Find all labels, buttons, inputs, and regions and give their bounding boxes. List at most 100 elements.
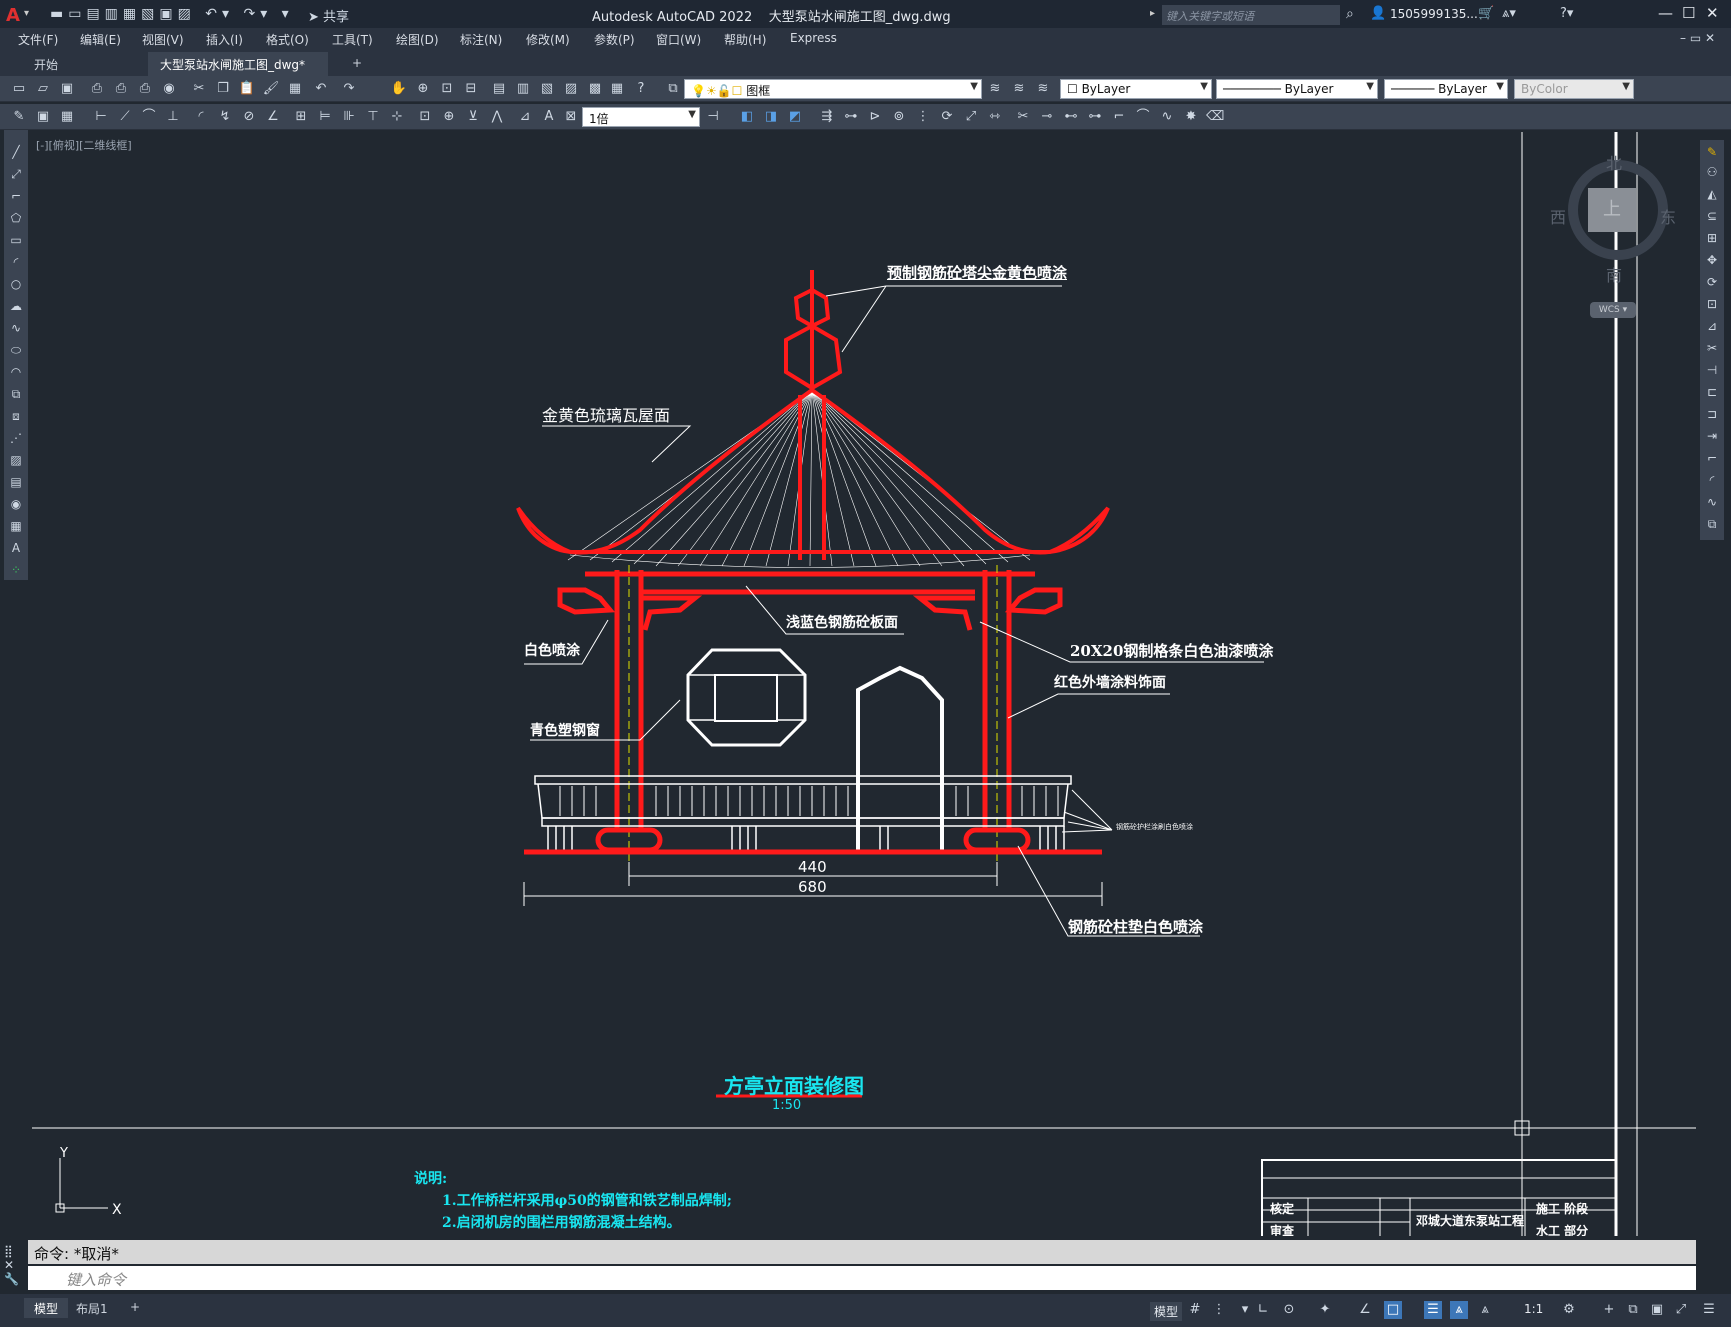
close-button[interactable]: ✕ <box>1706 4 1719 22</box>
spline-icon[interactable]: ∿ <box>8 320 24 336</box>
explode-icon[interactable]: ⧉ <box>1704 516 1720 532</box>
undo-icon[interactable]: ↶ <box>312 80 330 98</box>
layer-isolate-icon[interactable]: ▦ <box>58 108 76 126</box>
mirror-icon[interactable]: ⊳ <box>866 108 884 126</box>
mirror-icon[interactable]: ◭ <box>1704 186 1720 202</box>
annotation-scale[interactable]: 1:1 <box>1524 1302 1543 1316</box>
menu-edit[interactable]: 编辑(E) <box>80 31 121 48</box>
make-current-icon[interactable]: ≋ <box>986 80 1004 98</box>
tab-start[interactable]: 开始 <box>22 52 146 76</box>
copy-icon[interactable]: ⚇ <box>1704 164 1720 180</box>
command-line-handle[interactable]: ⣿ ✕ 🔧 <box>4 1244 24 1290</box>
zoom-window-icon[interactable]: ⊡ <box>438 80 456 98</box>
erase-icon[interactable]: ⌫ <box>1206 108 1224 126</box>
menu-insert[interactable]: 插入(I) <box>206 31 243 48</box>
explode-icon[interactable]: ✸ <box>1182 108 1200 126</box>
annotation-visibility-icon[interactable]: ⩓ <box>1450 1301 1468 1319</box>
block-icon[interactable]: ▣ <box>34 108 52 126</box>
app-menu-chevron-icon[interactable]: ▾ <box>24 8 29 19</box>
open-file-icon[interactable]: ▱ <box>34 80 52 98</box>
lineweight-icon[interactable]: ☰ <box>1424 1301 1442 1319</box>
erase-pencil-icon[interactable]: ✎ <box>1704 144 1720 160</box>
sheet-set-icon[interactable]: ▨ <box>562 80 580 98</box>
chamfer-icon[interactable]: ⌐ <box>1110 108 1128 126</box>
color-dropdown[interactable]: ☐ ByLayer ▼ <box>1060 79 1212 99</box>
properties-icon[interactable]: ▤ <box>490 80 508 98</box>
space-icon[interactable]: ⊤ <box>364 108 382 126</box>
angular-icon[interactable]: ∠ <box>264 108 282 126</box>
model-space-button[interactable]: 模型 <box>1150 1302 1183 1321</box>
radius-icon[interactable]: ◜ <box>192 108 210 126</box>
rectangle-icon[interactable]: ▭ <box>8 232 24 248</box>
new-tab-button[interactable]: + <box>340 52 374 76</box>
viewport-controls-label[interactable]: [-][俯视][二维线框] <box>36 137 132 153</box>
menu-modify[interactable]: 修改(M) <box>526 31 570 48</box>
point-icon[interactable]: ⋰ <box>8 430 24 446</box>
3d-dwf-icon[interactable]: ◉ <box>160 80 178 98</box>
layer-properties-icon[interactable]: ⧉ <box>664 80 682 98</box>
new-file-icon[interactable]: ▭ <box>10 80 28 98</box>
dim-update-icon[interactable]: ⊠ <box>562 108 580 126</box>
circle-icon[interactable]: ○ <box>8 276 24 292</box>
center-mark-icon[interactable]: ⊕ <box>440 108 458 126</box>
viewcube-north[interactable]: 北 <box>1606 150 1622 174</box>
viewcube[interactable]: 上 北 南 西 东 <box>1550 150 1686 286</box>
move-icon[interactable]: ✥ <box>1704 252 1720 268</box>
make-block-icon[interactable]: ⧈ <box>8 408 24 424</box>
copy-icon[interactable]: ❐ <box>214 80 232 98</box>
ordinate-icon[interactable]: ⊥ <box>164 108 182 126</box>
array-icon[interactable]: ⊞ <box>1704 230 1720 246</box>
join-icon[interactable]: ⊶ <box>1086 108 1104 126</box>
menu-parametric[interactable]: 参数(P) <box>594 31 635 48</box>
line-icon[interactable]: ╱ <box>8 144 24 160</box>
help-toolbar-icon[interactable]: ? <box>632 80 650 98</box>
add-selected-icon[interactable]: ⁘ <box>8 562 24 578</box>
region-icon[interactable]: ◉ <box>8 496 24 512</box>
revcloud-icon[interactable]: ☁ <box>8 298 24 314</box>
search-input[interactable]: 键入关键字或短语 <box>1162 5 1340 25</box>
zoom-realtime-icon[interactable]: ⊕ <box>414 80 432 98</box>
stretch-icon[interactable]: ⇿ <box>986 108 1004 126</box>
snap-icon[interactable]: ⋮ <box>1210 1301 1228 1319</box>
drawing-canvas[interactable]: 预制钢筋砼塔尖金黄色喷涂 金黄色琉璃瓦屋面 浅蓝色钢筋砼板面 白色喷涂 20X2… <box>32 132 1696 1236</box>
viewcube-top-face[interactable]: 上 <box>1588 188 1636 232</box>
fillet-icon[interactable]: ⌒ <box>1134 108 1152 126</box>
pan-icon[interactable]: ✋ <box>390 80 408 98</box>
search-icon[interactable]: ⌕ <box>1346 6 1354 22</box>
doc-window-controls[interactable]: – ▭ ✕ <box>1680 31 1715 45</box>
polygon-icon[interactable]: ⬠ <box>8 210 24 226</box>
copy-object-icon[interactable]: ⊶ <box>842 108 860 126</box>
layer-previous-icon[interactable]: ≋ <box>1010 80 1028 98</box>
jogged-icon[interactable]: ↯ <box>216 108 234 126</box>
markup-icon[interactable]: ▩ <box>586 80 604 98</box>
scale-dropdown[interactable]: 1倍 ▼ <box>582 107 700 127</box>
mtext-icon[interactable]: A <box>8 540 24 556</box>
menu-draw[interactable]: 绘图(D) <box>396 31 439 48</box>
wcs-menu-button[interactable]: WCS ▾ <box>1590 302 1636 318</box>
baseline-icon[interactable]: ⊨ <box>316 108 334 126</box>
publish-icon[interactable]: ⎙ <box>136 80 154 98</box>
table-icon[interactable]: ▦ <box>8 518 24 534</box>
quick-access-toolbar[interactable]: ▬▭▤▥▦▧▣▨ ↶▾ ↷▾ ▾ <box>50 6 294 22</box>
viewcube-west[interactable]: 西 <box>1550 204 1566 228</box>
blend-icon[interactable]: ∿ <box>1158 108 1176 126</box>
linear-dimension-icon[interactable]: ⊢ <box>92 108 110 126</box>
block-editor-icon[interactable]: ▦ <box>286 80 304 98</box>
object-track-icon[interactable]: ∠ <box>1356 1301 1374 1319</box>
blend-curves-icon[interactable]: ∿ <box>1704 494 1720 510</box>
offset-icon[interactable]: ⊚ <box>890 108 908 126</box>
lineweight-dropdown[interactable]: ────── ByLayer ▼ <box>1384 79 1508 99</box>
chevron-down-icon[interactable]: ▾ <box>1236 1301 1254 1319</box>
tab-active-drawing[interactable]: 大型泵站水闸施工图_dwg* × <box>148 52 328 87</box>
trim-icon[interactable]: ✂ <box>1704 340 1720 356</box>
user-name[interactable]: 1505999135... <box>1390 7 1478 21</box>
draworder-back-icon[interactable]: ◨ <box>762 108 780 126</box>
offset-icon[interactable]: ⊆ <box>1704 208 1720 224</box>
plus-icon[interactable]: + <box>1600 1301 1618 1319</box>
tab-layout1[interactable]: 布局1 <box>66 1298 118 1318</box>
menu-window[interactable]: 窗口(W) <box>656 31 701 48</box>
share-button[interactable]: ➤ 共享 <box>308 6 349 25</box>
ortho-icon[interactable]: ∟ <box>1254 1301 1272 1319</box>
user-icon[interactable]: 👤 <box>1370 6 1386 21</box>
paste-icon[interactable]: 📋 <box>238 80 256 98</box>
